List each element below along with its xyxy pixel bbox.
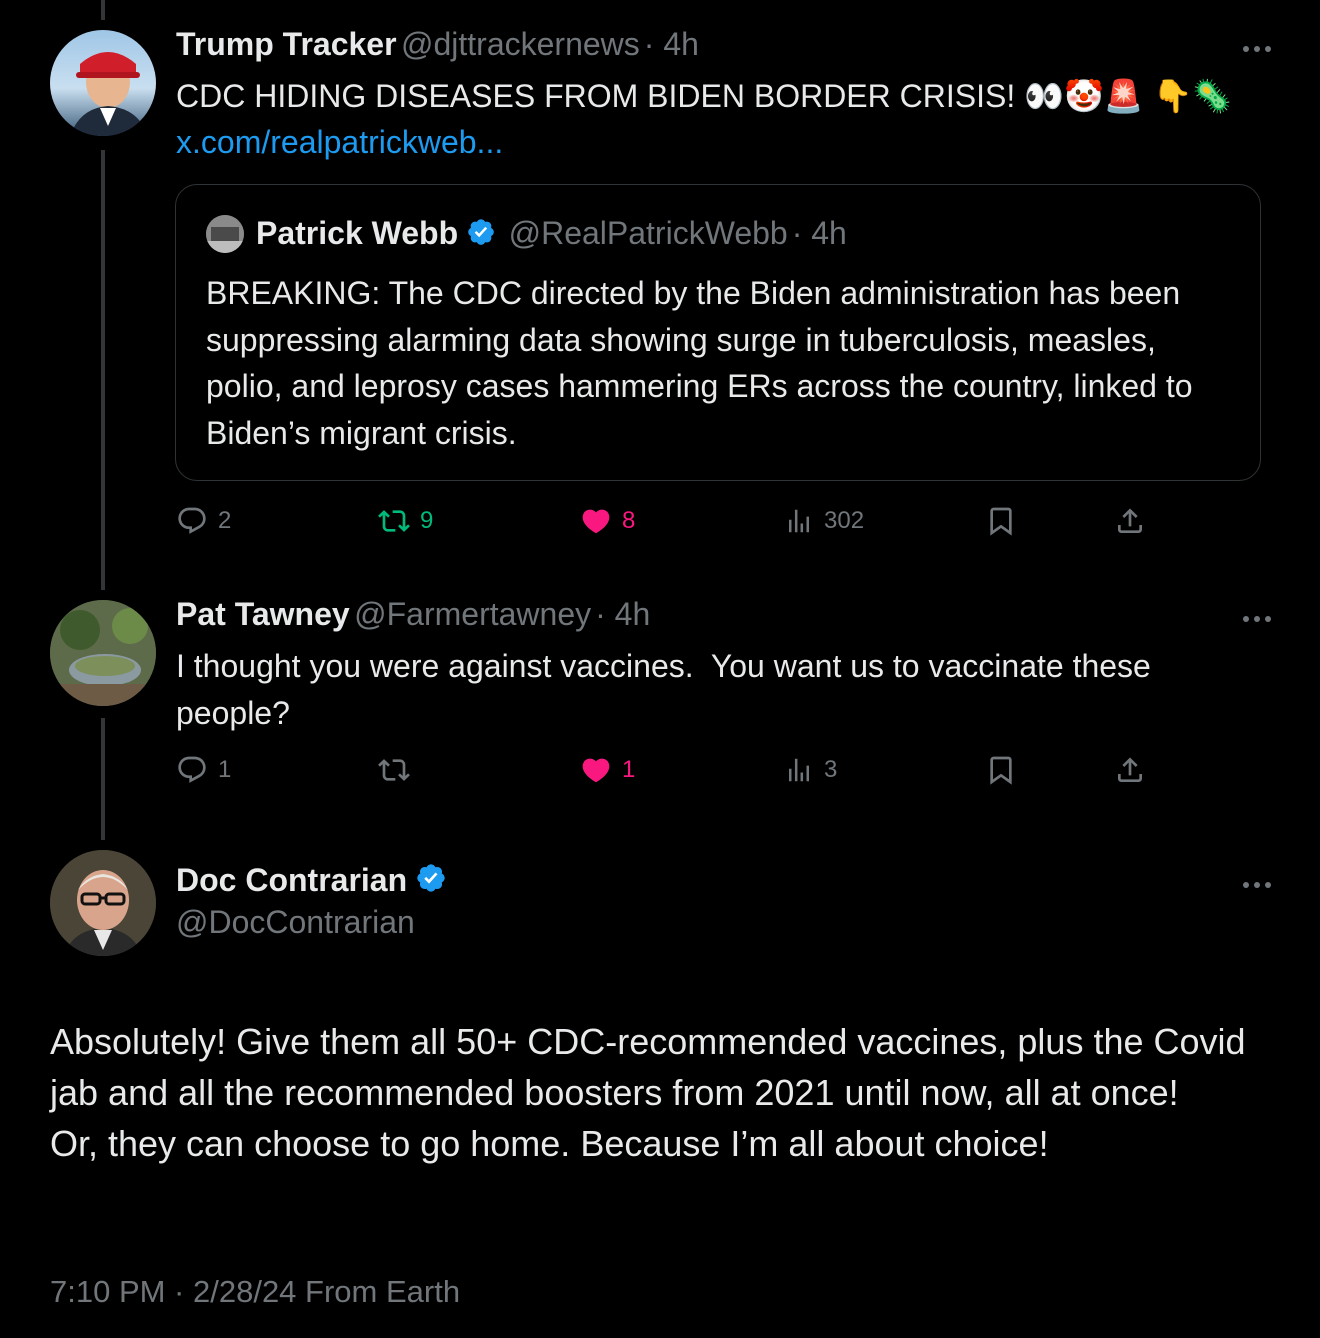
share-icon	[1118, 757, 1142, 782]
avatar-trump-tracker[interactable]	[50, 30, 156, 136]
reply-icon	[178, 507, 206, 534]
avatar-image	[70, 52, 148, 136]
views-button[interactable]: 3	[784, 754, 837, 786]
share-icon	[1118, 508, 1142, 533]
avatar-doc-contrarian[interactable]	[50, 850, 156, 956]
quote-header: Patrick Webb @RealPatrickWebb · 4h	[256, 215, 847, 252]
views-count: 302	[824, 507, 865, 534]
author-name[interactable]: Trump Tracker	[176, 26, 397, 62]
main-tweet-text: Absolutely! Give them all 50+ CDC-recomm…	[50, 1016, 1275, 1169]
quote-avatar	[206, 215, 244, 253]
bookmark-icon	[990, 756, 1012, 785]
quote-author-name: Patrick Webb	[256, 215, 459, 251]
reply-count: 2	[218, 507, 232, 534]
tweet1-header: Trump Tracker @djttrackernews · 4h	[176, 26, 699, 63]
avatar-image	[50, 850, 156, 956]
tweet-text: CDC HIDING DISEASES FROM BIDEN BORDER CR…	[176, 78, 1233, 114]
main-text-paragraph-2: Or, they can choose to go home. Because …	[50, 1123, 1049, 1164]
share-button[interactable]	[1114, 505, 1146, 537]
bookmark-button[interactable]	[985, 505, 1017, 537]
quote-author-handle: @RealPatrickWebb	[508, 215, 788, 251]
timestamp[interactable]: · 4h	[644, 26, 699, 62]
thread-line-top	[101, 0, 105, 20]
main-text-paragraph-1: Absolutely! Give them all 50+ CDC-recomm…	[50, 1021, 1246, 1113]
avatar-pat-tawney[interactable]	[50, 600, 156, 706]
tweet-link[interactable]: x.com/realpatrickweb...	[176, 119, 503, 165]
views-count: 3	[824, 756, 838, 783]
repost-icon	[378, 759, 410, 781]
author-name[interactable]: Doc Contrarian	[176, 862, 407, 898]
more-icon[interactable]	[1242, 864, 1272, 896]
avatar-image	[50, 600, 156, 706]
quote-text: BREAKING: The CDC directed by the Biden …	[206, 275, 1193, 451]
thread-line-2	[101, 718, 105, 840]
timestamp[interactable]: · 4h	[595, 596, 650, 632]
more-icon[interactable]	[1242, 598, 1272, 630]
reply-count: 1	[218, 756, 232, 783]
author-handle[interactable]: @DocContrarian	[176, 904, 415, 941]
like-count: 1	[622, 756, 636, 783]
like-count: 8	[622, 507, 636, 534]
repost-button[interactable]: 9	[378, 505, 433, 537]
repost-icon	[378, 510, 410, 532]
author-name[interactable]: Pat Tawney	[176, 596, 350, 632]
repost-count: 9	[420, 507, 434, 534]
like-icon	[582, 509, 610, 534]
tweet-meta[interactable]: 7:10 PM · 2/28/24 From Earth	[50, 1274, 460, 1310]
bookmark-icon	[990, 507, 1012, 536]
like-icon	[582, 758, 610, 783]
more-icon[interactable]	[1242, 28, 1272, 60]
tweet2-header: Pat Tawney @Farmertawney · 4h	[176, 596, 650, 633]
verified-icon	[468, 219, 494, 245]
repost-button[interactable]	[378, 754, 420, 786]
reply-button[interactable]: 1	[176, 754, 231, 786]
views-icon	[789, 758, 809, 782]
author-handle[interactable]: @djttrackernews	[401, 26, 640, 62]
views-button[interactable]: 302	[784, 505, 864, 537]
reply-icon	[178, 756, 206, 783]
like-button[interactable]: 8	[580, 505, 635, 537]
quote-timestamp: · 4h	[791, 215, 847, 251]
thread-line-1	[101, 150, 105, 590]
main-author-row: Doc Contrarian	[176, 862, 447, 899]
share-button[interactable]	[1114, 754, 1146, 786]
tweet-text: I thought you were against vaccines. You…	[176, 648, 1160, 731]
bookmark-button[interactable]	[985, 754, 1017, 786]
views-icon	[789, 509, 809, 533]
reply-button[interactable]: 2	[176, 505, 231, 537]
quote-card[interactable]: Patrick Webb @RealPatrickWebb · 4h BREAKI…	[175, 184, 1261, 481]
author-handle[interactable]: @Farmertawney	[354, 596, 591, 632]
verified-icon	[417, 864, 445, 892]
like-button[interactable]: 1	[580, 754, 635, 786]
